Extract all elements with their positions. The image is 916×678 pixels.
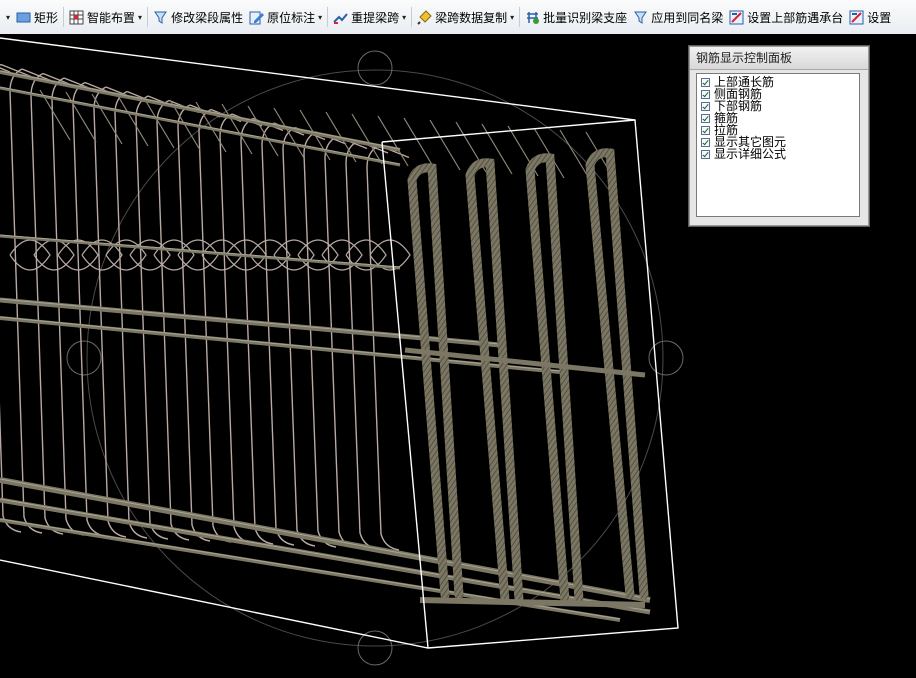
option-checkbox[interactable]: [701, 89, 710, 99]
re-extract-span-label: 重提梁跨: [351, 10, 400, 25]
rect-button[interactable]: 矩形: [13, 6, 61, 28]
chevron-down-icon: ▾: [402, 12, 407, 22]
stirrup: [282, 126, 326, 547]
tie-bar: [65, 91, 97, 143]
rectangle-icon: [16, 10, 31, 25]
front-stirrup: [465, 158, 524, 605]
apply-icon: [633, 10, 648, 25]
stirrup: [156, 99, 200, 541]
settings-rebar-icon: [729, 10, 744, 25]
re-extract-span-button[interactable]: 重提梁跨 ▾: [330, 6, 409, 28]
option-checkbox[interactable]: [701, 101, 710, 111]
rect-button-label: 矩形: [34, 10, 59, 25]
stirrup: [345, 140, 389, 550]
stirrup: [240, 117, 284, 545]
option-label: 显示详细公式: [714, 147, 787, 161]
properties-icon: [153, 10, 168, 25]
modify-beam-segment-label: 修改梁段属性: [171, 10, 244, 25]
toolbar-separator: [63, 7, 65, 27]
stirrup: [324, 135, 368, 549]
front-stirrup: [525, 153, 584, 605]
stirrup: [303, 131, 347, 548]
front-stirrup-group: [404, 148, 649, 608]
stirrup: [177, 104, 221, 542]
tie-bar: [117, 95, 149, 147]
in-situ-annotation-label: 原位标注: [267, 10, 316, 25]
apply-same-name-beam-label: 应用到同名梁: [651, 10, 724, 25]
span-data-copy-button[interactable]: 梁跨数据复制 ▾: [414, 6, 517, 28]
longitudinal-bar: [0, 70, 401, 152]
tie-bar: [559, 129, 591, 181]
grid-layout-icon: [69, 10, 84, 25]
bar-highlight: [0, 498, 651, 612]
option-checkbox[interactable]: [701, 77, 710, 87]
toolbar-separator: [519, 7, 521, 27]
settings-label: 设置: [867, 10, 892, 25]
set-top-bar-pile-cap-label: 设置上部筋遇承台: [747, 10, 844, 25]
chevron-down-icon: ▾: [318, 12, 323, 22]
toolbar-separator: [327, 7, 329, 27]
chevron-down-icon: ▾: [6, 12, 11, 22]
stirrup: [219, 113, 263, 544]
stirrup: [261, 122, 305, 546]
chevron-down-icon: ▾: [510, 12, 515, 22]
option-checkbox[interactable]: [701, 113, 710, 123]
copy-brush-icon: [417, 9, 432, 25]
option-checkbox[interactable]: [701, 125, 710, 135]
front-stirrup: [407, 163, 464, 600]
modify-beam-segment-button[interactable]: 修改梁段属性: [150, 6, 246, 28]
rebar-option-row[interactable]: 显示详细公式: [701, 148, 859, 160]
option-checkbox[interactable]: [701, 137, 710, 147]
front-bottom-bar: [419, 597, 646, 608]
smart-layout-label: 智能布置: [87, 10, 136, 25]
batch-identify-support-button[interactable]: 批量识别梁支座: [522, 6, 630, 28]
tie-bar: [429, 119, 461, 171]
orbit-grip: [357, 50, 393, 86]
bar-highlight: [0, 70, 401, 150]
longitudinal-bar: [0, 497, 651, 615]
toolbar-separator: [411, 7, 413, 27]
beam-span-icon: [333, 10, 348, 25]
in-situ-annotation-button[interactable]: 原位标注 ▾: [246, 6, 325, 28]
toolbar-separator: [147, 7, 149, 27]
smart-layout-button[interactable]: 智能布置 ▾: [66, 6, 145, 28]
stirrup: [198, 108, 242, 543]
settings-button[interactable]: 设置: [846, 6, 894, 28]
settings-rebar-icon: [849, 10, 864, 25]
annotate-icon: [249, 10, 265, 25]
tie-bar: [221, 103, 253, 155]
panel-title: 钢筋显示控制面板: [690, 47, 868, 70]
tie-bar: [403, 117, 435, 169]
rebar-options-list: 上部通长筋 侧面钢筋 下部钢筋 箍筋 拉筋 显示其它图元 显示详细公式: [696, 73, 860, 217]
apply-same-name-beam-button[interactable]: 应用到同名梁: [630, 6, 726, 28]
set-top-bar-pile-cap-button[interactable]: 设置上部筋遇承台: [726, 6, 846, 28]
toolbar-overflow-arrow[interactable]: ▾: [0, 6, 13, 28]
tie-bar: [247, 105, 279, 157]
toolbar: ▾ 矩形 智能布置 ▾ 修改梁段属性 原位标注 ▾ 重提梁跨 ▾ 梁跨数据复制 …: [0, 0, 916, 35]
batch-identify-support-label: 批量识别梁支座: [543, 10, 628, 25]
chevron-down-icon: ▾: [138, 12, 143, 22]
orbit-grip: [357, 630, 393, 666]
rebar-display-control-panel: 钢筋显示控制面板 上部通长筋 侧面钢筋 下部钢筋 箍筋 拉筋 显示其它图元 显示详细公式: [689, 46, 869, 226]
identify-support-icon: [525, 10, 540, 25]
orbit-grip: [66, 340, 102, 376]
span-data-copy-label: 梁跨数据复制: [435, 10, 508, 25]
option-checkbox[interactable]: [701, 149, 710, 159]
